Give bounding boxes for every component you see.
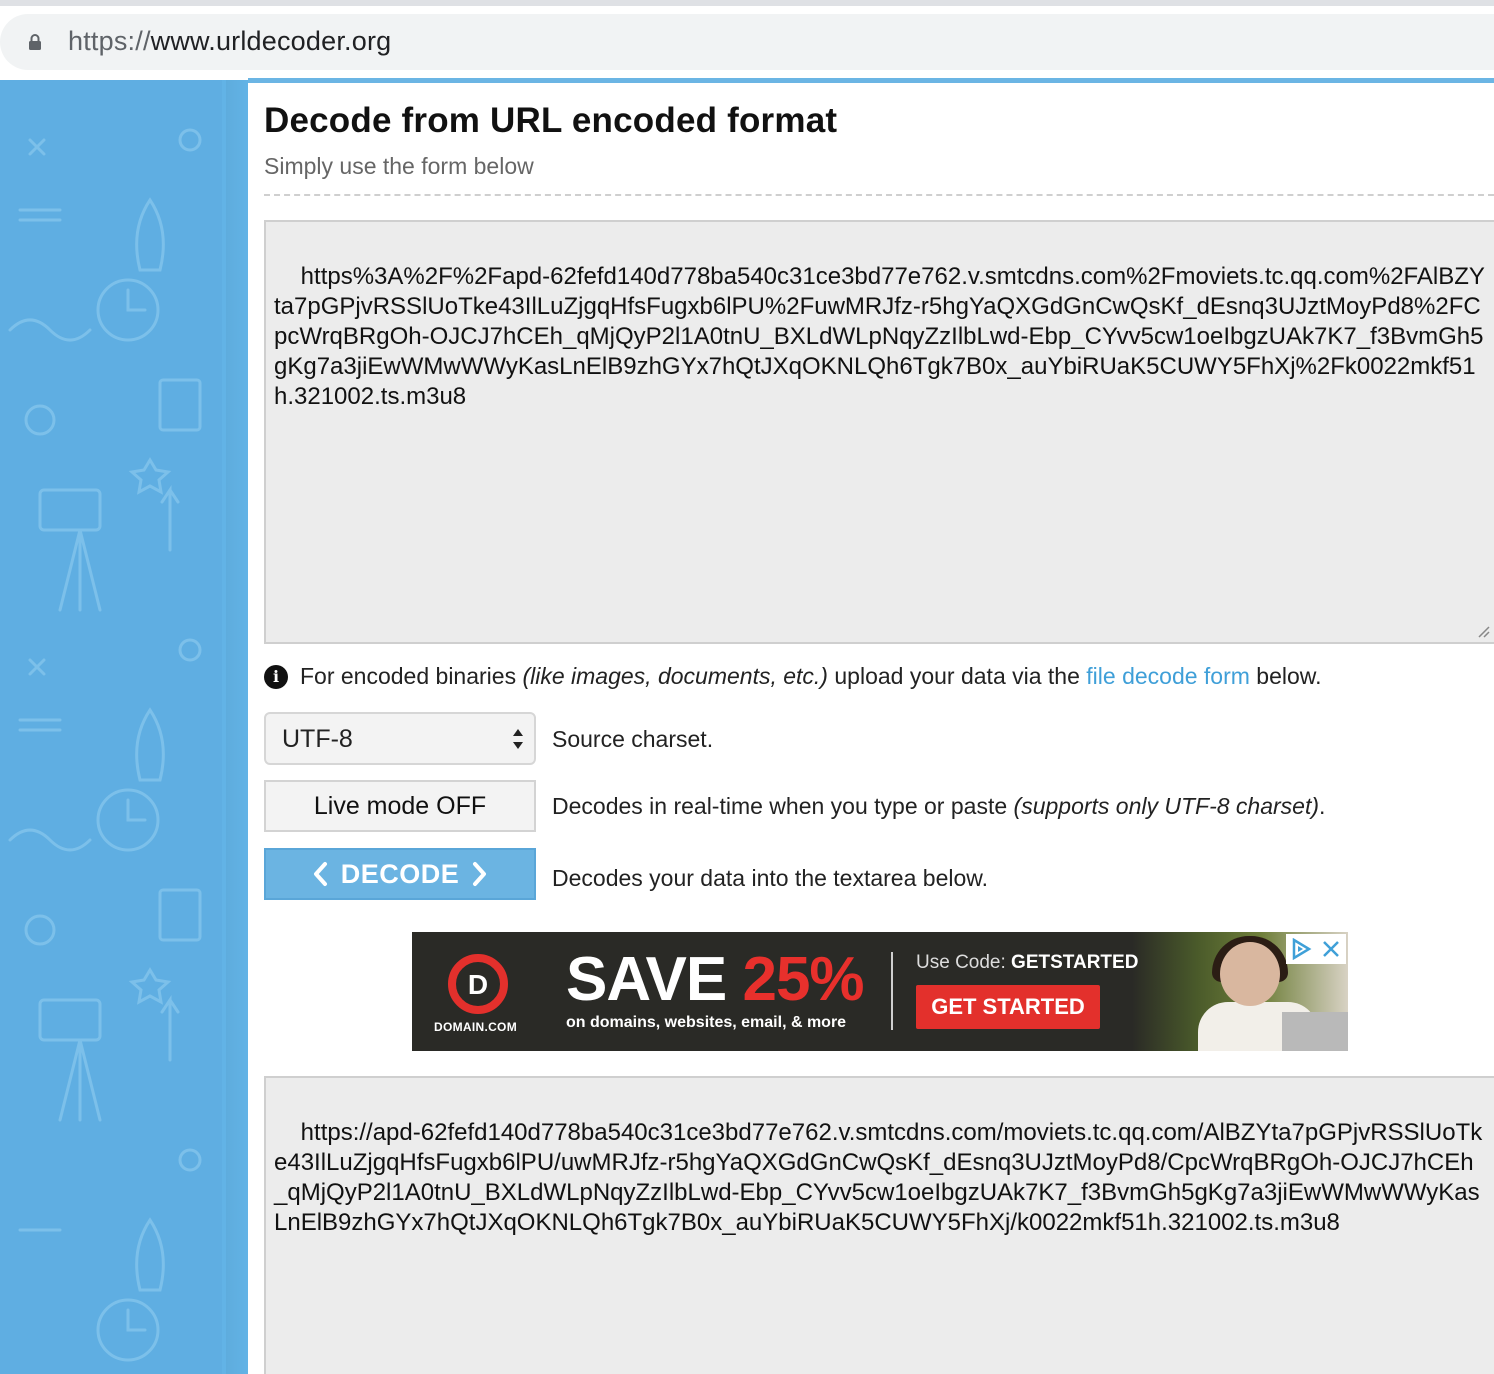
live-mode-button[interactable]: Live mode OFF bbox=[264, 780, 536, 832]
select-arrows-icon bbox=[513, 729, 523, 749]
charset-select[interactable]: UTF-8 bbox=[264, 712, 536, 765]
chevron-left-icon bbox=[313, 862, 327, 886]
dashed-divider bbox=[264, 194, 1494, 196]
url-text[interactable]: https://www.urldecoder.org bbox=[68, 26, 391, 57]
doodle-pattern bbox=[8, 128, 202, 1362]
live-mode-label-italic: (supports only UTF-8 charset) bbox=[1013, 793, 1320, 819]
lock-icon bbox=[29, 34, 41, 50]
adchoices-icon[interactable] bbox=[1286, 934, 1316, 964]
page-subtitle: Simply use the form below bbox=[264, 153, 534, 179]
charset-label: Source charset. bbox=[552, 726, 714, 752]
main-content: Decode from URL encoded format Simply us… bbox=[248, 83, 1494, 1374]
decode-label: Decodes your data into the textarea belo… bbox=[552, 865, 989, 891]
decorative-sidebar bbox=[0, 80, 248, 1374]
ad-subtext: on domains, websites, email, & more bbox=[566, 1014, 847, 1031]
domain-logo-icon: D bbox=[448, 954, 508, 1014]
info-note: i For encoded binaries (like images, doc… bbox=[264, 663, 1322, 690]
decode-button[interactable]: DECODE bbox=[264, 848, 536, 900]
ad-photo-laptop bbox=[1282, 1012, 1348, 1051]
info-suffix: below. bbox=[1249, 663, 1322, 689]
decoded-output-value: https://apd-62fefd140d778ba540c31ce3bd77… bbox=[274, 1119, 1483, 1236]
svg-text:D: D bbox=[468, 969, 488, 1000]
advertisement-banner[interactable]: D DOMAIN.COM SAVE 25% on domains, websit… bbox=[412, 932, 1348, 1051]
info-prefix: For encoded binaries bbox=[300, 663, 523, 689]
ad-headline: SAVE 25% bbox=[566, 944, 865, 1015]
encoded-input-textarea[interactable]: https%3A%2F%2Fapd-62fefd140d778ba540c31c… bbox=[264, 220, 1494, 644]
url-scheme: https:// bbox=[68, 26, 151, 56]
ad-logo-text: DOMAIN.COM bbox=[434, 1020, 517, 1034]
ad-choices[interactable] bbox=[1286, 934, 1346, 964]
ad-code-prefix: Use Code: bbox=[916, 952, 1012, 973]
info-icon: i bbox=[264, 664, 288, 689]
url-host: www.urldecoder.org bbox=[150, 26, 392, 56]
ad-headline-save: SAVE bbox=[566, 945, 743, 1014]
live-mode-label-end: . bbox=[1319, 793, 1326, 819]
ad-get-started-button[interactable]: GET STARTED bbox=[916, 985, 1100, 1029]
sidebar-shadow bbox=[226, 80, 248, 1374]
info-middle: upload your data via the bbox=[827, 663, 1087, 689]
ad-divider bbox=[891, 952, 893, 1030]
live-mode-label-text: Decodes in real-time when you type or pa… bbox=[552, 793, 1014, 819]
file-decode-form-link[interactable]: file decode form bbox=[1086, 663, 1250, 690]
decode-button-label: DECODE bbox=[340, 858, 460, 889]
page-title: Decode from URL encoded format bbox=[264, 101, 838, 140]
decoded-output-textarea[interactable]: https://apd-62fefd140d778ba540c31ce3bd77… bbox=[264, 1076, 1494, 1374]
chevron-right-icon bbox=[473, 862, 487, 886]
address-bar[interactable]: https://www.urldecoder.org bbox=[0, 14, 1494, 70]
encoded-input-value: https%3A%2F%2Fapd-62fefd140d778ba540c31c… bbox=[274, 263, 1485, 410]
info-italic: (like images, documents, etc.) bbox=[522, 663, 828, 689]
browser-top-strip bbox=[0, 0, 1494, 6]
ad-code-value: GETSTARTED bbox=[1011, 952, 1139, 973]
ad-photo-face bbox=[1220, 942, 1280, 1006]
charset-selected: UTF-8 bbox=[282, 725, 353, 753]
ad-close-icon[interactable] bbox=[1316, 934, 1346, 964]
ad-headline-percent: 25% bbox=[742, 945, 864, 1014]
live-mode-label: Decodes in real-time when you type or pa… bbox=[552, 793, 1325, 820]
ad-promo-code: Use Code: GETSTARTED bbox=[916, 952, 1138, 974]
resize-handle-icon[interactable] bbox=[1476, 624, 1490, 638]
